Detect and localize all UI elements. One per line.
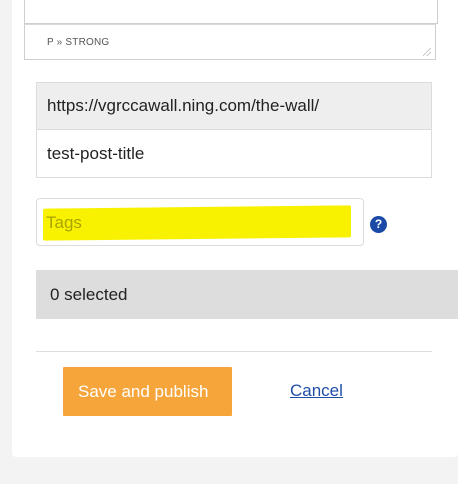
editor-element-path: P » STRONG: [47, 37, 110, 48]
resize-grip-icon[interactable]: [423, 48, 431, 56]
yellow-highlight-mark: [43, 205, 351, 241]
save-and-publish-button[interactable]: Save and publish: [63, 367, 232, 416]
cancel-link[interactable]: Cancel: [290, 381, 343, 401]
url-field: https://vgrccawall.ning.com/the-wall/ te…: [36, 82, 432, 178]
tags-placeholder: Tags: [46, 213, 82, 232]
selection-count-bar[interactable]: 0 selected: [36, 270, 458, 319]
editor-content-area[interactable]: [24, 0, 438, 24]
url-base-prefix: https://vgrccawall.ning.com/the-wall/: [37, 83, 431, 130]
tags-input[interactable]: Tags: [36, 198, 364, 246]
divider: [36, 351, 432, 352]
help-icon[interactable]: ?: [370, 216, 387, 233]
url-slug-input[interactable]: test-post-title: [37, 130, 431, 178]
selection-count-text: 0 selected: [50, 285, 128, 304]
editor-status-bar: P » STRONG: [24, 24, 436, 60]
